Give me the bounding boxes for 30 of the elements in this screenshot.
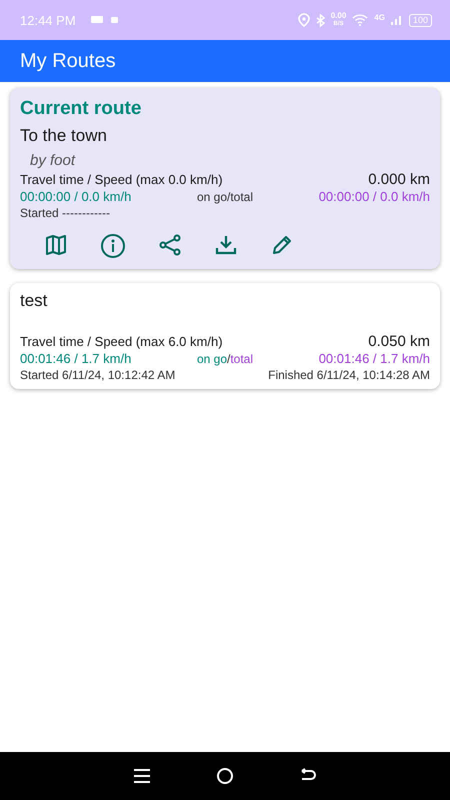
current-route-card[interactable]: Current route To the town by foot Travel time / Speed (max 0.0 km/h) 0.000 km 00:00:00 / 0.0 km/h on go/total 00:00:00 / 0.0 km/h Started ------------ — [10, 88, 440, 269]
menu-icon[interactable] — [132, 769, 151, 783]
battery-level: 100 — [408, 14, 432, 26]
total-time-speed: 00:01:46 / 1.7 km/h — [318, 350, 430, 367]
status-time: 12:44 PM — [20, 12, 76, 28]
route-name: test — [20, 291, 48, 311]
on-go-time-speed: 00:01:46 / 1.7 km/h — [20, 350, 132, 367]
info-button[interactable] — [98, 231, 128, 261]
card-heading: Current route — [20, 98, 142, 120]
finished-time: Finished 6/11/24, 10:14:28 AM — [268, 368, 430, 383]
travel-mode: by foot — [29, 152, 76, 169]
route-distance: 0.050 km — [368, 333, 430, 350]
route-distance: 0.000 km — [368, 171, 430, 188]
network-type: 4G — [374, 12, 385, 22]
bluetooth-icon — [316, 14, 325, 26]
route-name: To the town — [20, 126, 108, 146]
total-time-speed: 00:00:00 / 0.0 km/h — [318, 188, 430, 205]
route-card[interactable]: test Travel time / Speed (max 6.0 km/h) 0.050 km 00:01:46 / 1.7 km/h on go/total 00:01:46 / 1.7 km/h Started 6/11/24, 10:12:42 AM Finished 6/11/24, 10:14:28 AM — [10, 283, 440, 389]
on-go-time-speed: 00:00:00 / 0.0 km/h — [20, 188, 132, 205]
stats-label: Travel time / Speed (max 0.0 km/h) — [20, 171, 223, 188]
signal-icon — [390, 14, 403, 26]
app-title: My Routes — [20, 50, 116, 72]
wifi-icon — [352, 14, 368, 26]
location-icon — [298, 13, 310, 27]
started-time: Started 6/11/24, 10:12:42 AM — [20, 368, 176, 383]
home-icon[interactable] — [216, 767, 234, 785]
legend-label: on go/total — [196, 351, 254, 368]
stats-label: Travel time / Speed (max 6.0 km/h) — [20, 333, 223, 350]
legend-label: on go/total — [196, 189, 254, 206]
started-time: Started ------------ — [20, 206, 110, 221]
